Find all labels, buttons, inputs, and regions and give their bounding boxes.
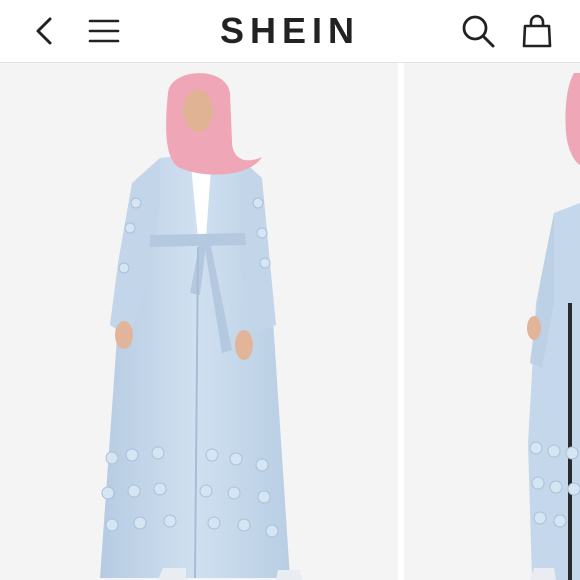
chevron-left-icon xyxy=(33,16,55,46)
top-nav-bar: SHEIN xyxy=(0,0,580,63)
back-button[interactable] xyxy=(22,0,66,62)
product-image-2[interactable] xyxy=(404,63,580,580)
product-image-1[interactable] xyxy=(0,63,398,580)
search-icon xyxy=(461,14,495,48)
shopping-bag-icon xyxy=(522,14,552,48)
shopping-bag-button[interactable] xyxy=(512,0,562,62)
menu-button[interactable] xyxy=(80,0,128,62)
product-image-gallery[interactable] xyxy=(0,63,580,580)
hamburger-menu-icon xyxy=(88,18,120,44)
search-button[interactable] xyxy=(452,0,504,62)
brand-logo[interactable]: SHEIN xyxy=(190,0,390,62)
